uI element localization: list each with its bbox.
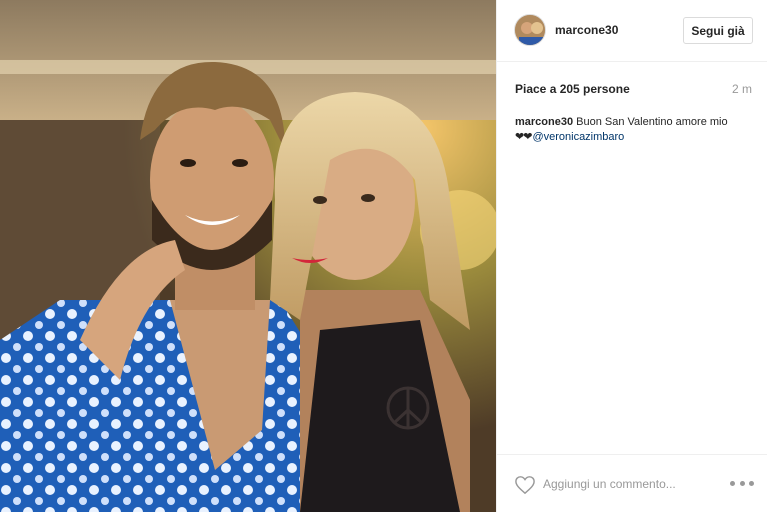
comment-bar: [497, 454, 767, 512]
more-dot: [749, 480, 754, 486]
post-side-panel: marcone30 Segui già Piace a 205 persone …: [496, 0, 767, 512]
post-photo: [0, 0, 496, 512]
caption-mention[interactable]: @veronicazimbaro: [532, 131, 624, 143]
more-dot: [739, 480, 745, 486]
more-options-icon[interactable]: [730, 475, 754, 491]
comment-input[interactable]: [543, 474, 723, 494]
photo-illustration: [0, 0, 496, 512]
caption-text: Buon San Valentino amore mio: [576, 116, 728, 128]
more-dot: [730, 480, 735, 486]
avatar-image: [515, 15, 545, 45]
following-button[interactable]: Segui già: [683, 17, 753, 44]
caption-username[interactable]: marcone30: [515, 116, 573, 128]
post-caption: marcone30 Buon San Valentino amore mio ❤…: [515, 115, 755, 145]
hearts-emoji: ❤❤: [515, 131, 532, 143]
heart-outline-icon: [515, 476, 535, 495]
avatar[interactable]: [514, 14, 546, 46]
post-time[interactable]: 2 m: [732, 82, 752, 96]
likes-count[interactable]: Piace a 205 persone: [515, 82, 630, 96]
post-username[interactable]: marcone30: [555, 23, 618, 37]
post-header: marcone30 Segui già: [497, 0, 767, 62]
instagram-post: marcone30 Segui già Piace a 205 persone …: [0, 0, 767, 512]
like-button[interactable]: [514, 475, 536, 495]
